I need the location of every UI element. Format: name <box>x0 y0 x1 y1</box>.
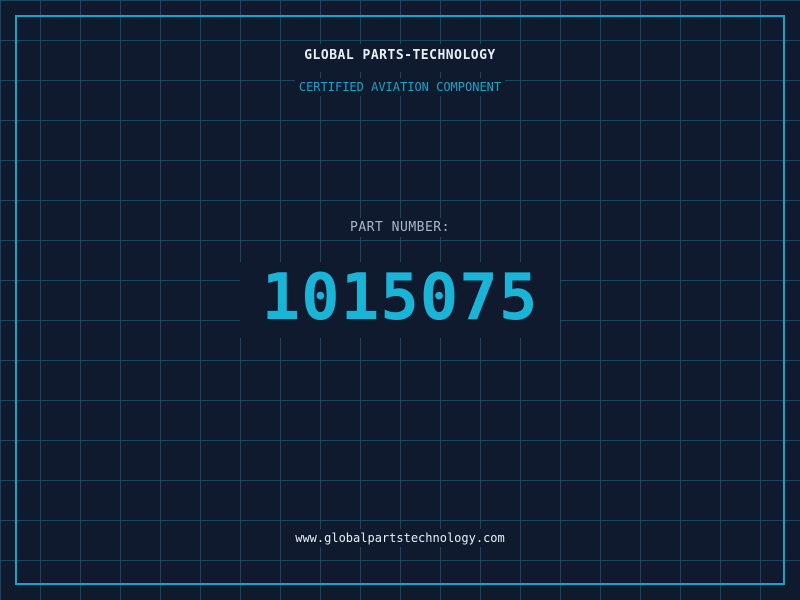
blueprint-canvas: GLOBAL PARTS-TECHNOLOGY CERTIFIED AVIATI… <box>0 0 800 600</box>
part-number-label: PART NUMBER: <box>0 218 800 237</box>
tagline-text: CERTIFIED AVIATION COMPONENT <box>294 78 506 96</box>
part-number-value: 1015075 <box>261 261 539 335</box>
website-url-text: www.globalpartstechnology.com <box>291 529 509 547</box>
tagline: CERTIFIED AVIATION COMPONENT <box>0 78 800 96</box>
part-number-label-text: PART NUMBER: <box>346 218 454 237</box>
website-url: www.globalpartstechnology.com <box>0 529 800 547</box>
company-title: GLOBAL PARTS-TECHNOLOGY <box>304 48 496 63</box>
